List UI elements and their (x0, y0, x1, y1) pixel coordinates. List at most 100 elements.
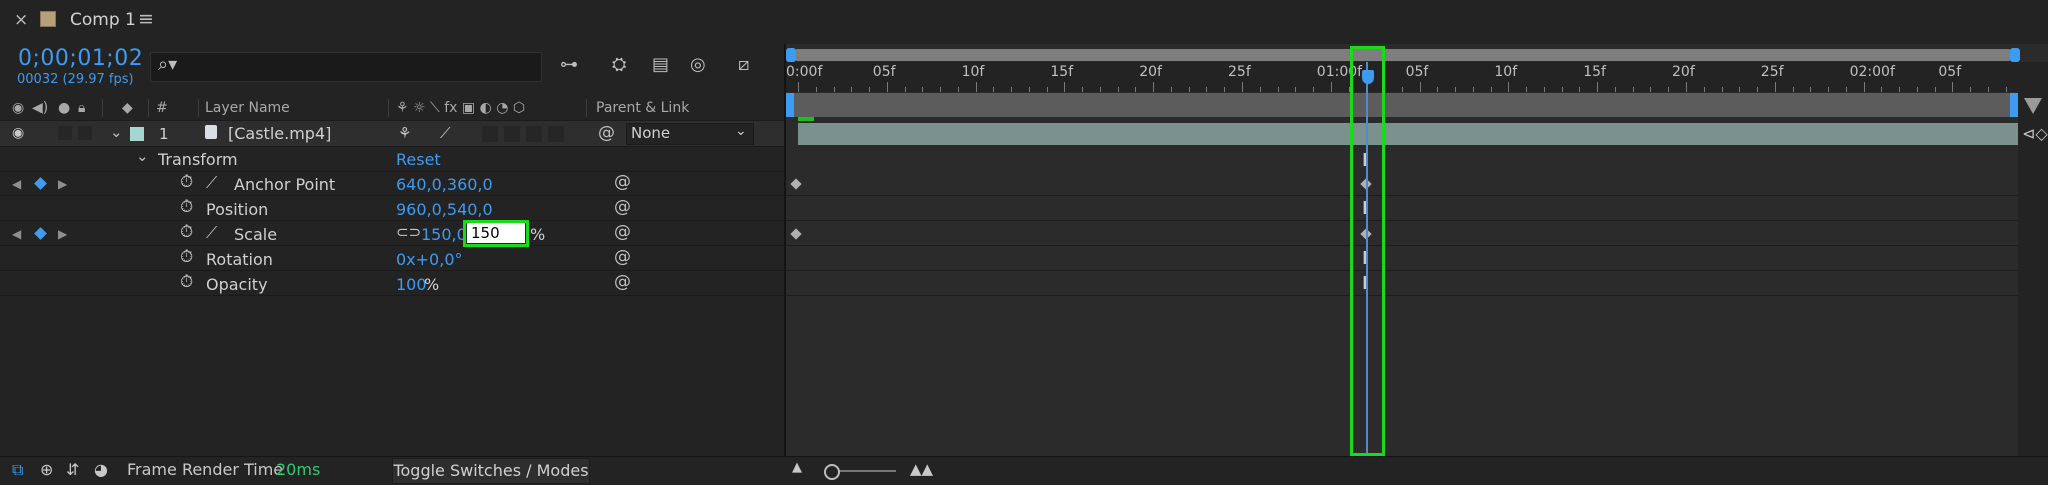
frame-blending-icon[interactable]: ▤ (652, 54, 669, 75)
ruler-minor-tick (1703, 87, 1705, 92)
stopwatch-icon[interactable]: ⏱︎ (180, 172, 193, 192)
column-parent-link[interactable]: Parent & Link (596, 100, 689, 116)
switch-cell[interactable] (526, 126, 542, 142)
toggle-switches-modes-button[interactable]: Toggle Switches / Modes (392, 458, 590, 484)
label-color-swatch[interactable] (130, 127, 144, 141)
ruler-minor-tick (1490, 87, 1492, 92)
prev-keyframe-button[interactable]: ◀ (12, 227, 21, 241)
eye-icon[interactable]: ◉ (12, 125, 24, 141)
navigator-start-handle[interactable] (786, 48, 796, 62)
column-number[interactable]: # (156, 100, 168, 116)
comp-end-marker[interactable] (2024, 98, 2042, 114)
ruler-minor-tick (1277, 87, 1279, 92)
label-tag-icon[interactable]: ◆ (122, 100, 133, 116)
transform-label[interactable]: Transform (158, 150, 238, 169)
layer-name[interactable]: [Castle.mp4] (228, 124, 331, 143)
anchor-point-value[interactable]: 640,0,360,0 (396, 175, 493, 194)
position-value[interactable]: 960,0,540,0 (396, 200, 493, 219)
work-area-bar[interactable] (790, 93, 2014, 117)
ruler-minor-tick (1099, 87, 1101, 92)
chevron-down-icon[interactable]: ⌄ (110, 123, 123, 141)
column-separator (388, 99, 389, 117)
comp-tab-title[interactable]: Comp 1 (70, 10, 136, 30)
spiral-icon[interactable]: @ (614, 197, 631, 217)
zoom-out-icon[interactable]: ▲ (792, 460, 802, 475)
ruler-minor-tick (1792, 87, 1794, 92)
column-layer-name[interactable]: Layer Name (205, 100, 290, 116)
rotation-value[interactable]: 0x+0,0° (396, 250, 463, 269)
comp-icon[interactable]: ⧉ (12, 460, 23, 480)
audio-icon[interactable]: ◀) (32, 100, 48, 116)
ruler-minor-tick (1295, 87, 1297, 92)
zoom-in-icon[interactable]: ▲▲ (910, 460, 933, 478)
layer-duration-bar[interactable] (798, 123, 2018, 145)
ruler-label: 02:00f (1849, 64, 1895, 80)
lock-toggle[interactable] (78, 126, 92, 140)
ruler-tick (1153, 82, 1155, 92)
scale-y-input[interactable] (467, 223, 525, 243)
graph-icon[interactable]: ⟋ (206, 223, 217, 243)
switches-icons[interactable]: ⚘ ☼ ⟍ fx ▣ ◐ ◔ ⬡ (396, 100, 525, 116)
stopwatch-icon[interactable]: ⏱︎ (180, 247, 193, 267)
column-separator (586, 99, 587, 117)
shy-layers-icon[interactable]: ⛭ (612, 54, 626, 75)
render-time-icon[interactable]: ◕ (94, 460, 108, 479)
next-keyframe-button[interactable]: ▶ (58, 177, 67, 191)
navigator-end-handle[interactable] (2010, 48, 2020, 62)
solo-toggle[interactable] (58, 126, 72, 140)
quality-switch-icon[interactable]: ⟋ (440, 124, 451, 142)
spiral-icon[interactable]: @ (614, 222, 631, 242)
ruler-minor-tick (904, 87, 906, 92)
zoom-slider-knob[interactable] (824, 464, 840, 480)
ruler-minor-tick (1614, 87, 1616, 92)
ruler-label: 05f (1405, 64, 1429, 80)
layer-search-input[interactable] (150, 52, 542, 82)
switch-cell[interactable] (482, 126, 498, 142)
playhead-highlight (1350, 46, 1385, 456)
anchor-point-row (0, 171, 785, 196)
link-icon[interactable]: ⊂⊃ (396, 223, 421, 241)
ruler-minor-tick (1561, 87, 1563, 92)
ruler-tick (1774, 82, 1776, 92)
spiral-icon[interactable]: @ (614, 172, 631, 192)
ruler-minor-tick (1970, 87, 1972, 92)
track-anchor-point (786, 171, 2018, 196)
shy-switch-icon[interactable]: ⚘ (398, 124, 411, 142)
work-area-start[interactable] (786, 93, 794, 117)
motion-blur-icon[interactable]: ◎ (690, 54, 706, 75)
chevron-down-icon[interactable]: ⌄ (136, 147, 149, 165)
menu-icon[interactable]: ≡ (138, 8, 154, 30)
stopwatch-icon[interactable]: ⏱︎ (180, 222, 193, 242)
switch-cell[interactable] (504, 126, 520, 142)
layer-end-icon[interactable]: ⊲◇ (2022, 124, 2048, 143)
spiral-icon[interactable]: @ (614, 247, 631, 267)
spiral-icon[interactable]: @ (598, 123, 615, 143)
ruler-tick (1508, 82, 1510, 92)
lock-icon[interactable]: 🔒︎ (78, 100, 85, 116)
stopwatch-icon[interactable]: ⏱︎ (180, 272, 193, 292)
next-keyframe-button[interactable]: ▶ (58, 227, 67, 241)
transfer-controls-icon[interactable]: ⇵ (66, 460, 79, 479)
comp-flowchart-icon[interactable]: ⊶ (560, 54, 578, 75)
time-navigator[interactable] (792, 49, 2014, 61)
transform-row (0, 147, 785, 172)
graph-editor-icon[interactable]: ⧄ (738, 54, 749, 75)
spiral-icon[interactable]: @ (614, 272, 631, 292)
transform-reset-link[interactable]: Reset (396, 150, 441, 169)
parent-dropdown[interactable]: None ⌄ (626, 123, 754, 145)
eye-icon[interactable]: ◉ (12, 100, 24, 116)
track-transform (786, 147, 2018, 172)
solo-icon[interactable]: ● (58, 100, 70, 116)
ruler-minor-tick (1135, 87, 1137, 92)
switch-cell[interactable] (548, 126, 564, 142)
work-area-end[interactable] (2010, 93, 2018, 117)
layer-switches-icon[interactable]: ⊕ (40, 460, 53, 479)
stopwatch-icon[interactable]: ⏱︎ (180, 197, 193, 217)
close-icon[interactable]: × (14, 10, 28, 30)
graph-icon[interactable]: ⟋ (206, 173, 217, 193)
opacity-value[interactable]: 100 (396, 275, 427, 294)
track-position (786, 196, 2018, 221)
search-icon[interactable]: ⌕▾ (158, 54, 177, 75)
prev-keyframe-button[interactable]: ◀ (12, 177, 21, 191)
current-timecode[interactable]: 0;00;01;02 (18, 46, 143, 71)
